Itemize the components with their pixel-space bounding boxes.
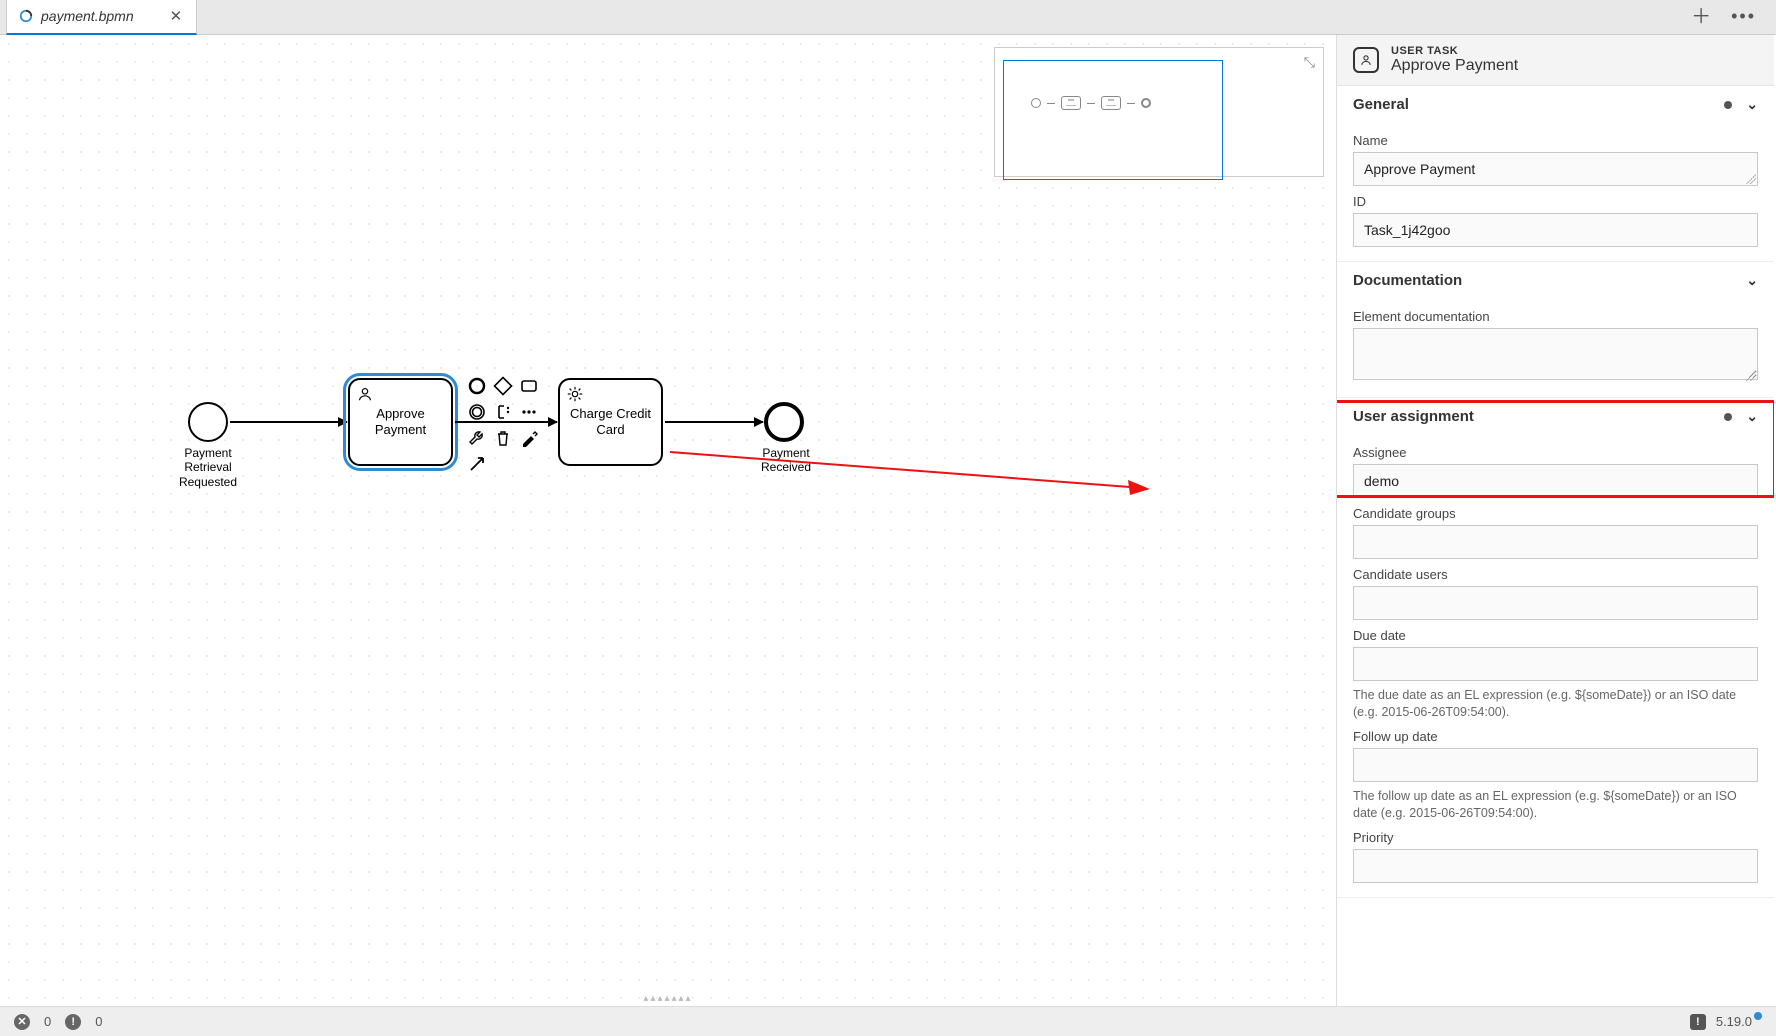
user-task-type-icon <box>1353 47 1379 73</box>
workspace: ⤡ PaymentRetrievalRequested <box>0 35 1776 1006</box>
start-event[interactable]: PaymentRetrievalRequested <box>188 402 243 489</box>
assignee-label: Assignee <box>1353 445 1758 460</box>
file-tab[interactable]: payment.bpmn ✕ <box>6 0 197 35</box>
callout-arrow <box>670 447 1150 497</box>
section-changed-dot <box>1724 413 1732 421</box>
section-general-header[interactable]: General ⌄ <box>1337 86 1774 123</box>
section-changed-dot <box>1724 101 1732 109</box>
tab-overflow-menu[interactable]: ••• <box>1731 7 1756 27</box>
user-task-approve[interactable]: ApprovePayment <box>348 378 453 466</box>
priority-label: Priority <box>1353 830 1758 845</box>
name-label: Name <box>1353 133 1758 148</box>
minimap-viewport[interactable] <box>1003 60 1223 180</box>
append-end-event-icon[interactable] <box>466 375 488 397</box>
warning-count: 0 <box>95 1014 102 1029</box>
service-task-charge[interactable]: Charge CreditCard <box>558 378 663 466</box>
follow-up-input[interactable] <box>1353 748 1758 782</box>
name-input[interactable] <box>1353 152 1758 186</box>
chevron-down-icon: ⌄ <box>1746 272 1758 289</box>
file-tab-label: payment.bpmn <box>41 8 134 24</box>
close-tab-icon[interactable]: ✕ <box>170 7 183 25</box>
id-label: ID <box>1353 194 1758 209</box>
follow-up-hint: The follow up date as an EL expression (… <box>1353 788 1758 822</box>
start-event-label: PaymentRetrievalRequested <box>173 446 243 489</box>
cand-groups-input[interactable] <box>1353 525 1758 559</box>
diagram-canvas[interactable]: ⤡ PaymentRetrievalRequested <box>0 35 1336 1006</box>
task-label: ApprovePayment <box>375 406 426 437</box>
warning-badge-icon[interactable]: ! <box>65 1014 81 1030</box>
tab-bar: payment.bpmn ✕ ＋ ••• <box>0 0 1776 35</box>
version-label[interactable]: 5.19.0 <box>1716 1014 1762 1029</box>
panel-resize-handle[interactable]: ▴▴▴▴▴▴▴ <box>643 993 692 1004</box>
cand-users-label: Candidate users <box>1353 567 1758 582</box>
doc-textarea[interactable] <box>1353 328 1758 380</box>
bpmn-diagram: PaymentRetrievalRequested ApprovePayment <box>180 395 980 595</box>
due-date-hint: The due date as an EL expression (e.g. $… <box>1353 687 1758 721</box>
connect-arrow-icon[interactable] <box>466 453 488 475</box>
properties-panel: USER TASK Approve Payment General ⌄ Name <box>1336 35 1776 1006</box>
chevron-down-icon: ⌄ <box>1746 408 1758 425</box>
section-documentation: Documentation ⌄ Element documentation <box>1337 262 1774 398</box>
wrench-icon[interactable] <box>466 427 488 449</box>
new-tab-button[interactable]: ＋ <box>1691 7 1711 27</box>
panel-header-kind: USER TASK <box>1391 45 1518 57</box>
append-gateway-icon[interactable] <box>492 375 514 397</box>
append-task-icon[interactable] <box>518 375 540 397</box>
assignee-input[interactable] <box>1353 464 1758 498</box>
section-user-assignment-header[interactable]: User assignment ⌄ <box>1337 398 1774 435</box>
color-icon[interactable] <box>518 427 540 449</box>
panel-header: USER TASK Approve Payment <box>1337 35 1774 86</box>
error-badge-icon[interactable]: ✕ <box>14 1014 30 1030</box>
minimap[interactable]: ⤡ <box>994 47 1324 177</box>
cand-groups-label: Candidate groups <box>1353 506 1758 521</box>
id-input[interactable] <box>1353 213 1758 247</box>
feedback-icon[interactable]: ! <box>1690 1014 1706 1030</box>
due-date-label: Due date <box>1353 628 1758 643</box>
user-task-icon <box>356 385 374 403</box>
more-icon[interactable] <box>518 401 540 423</box>
append-intermediate-event-icon[interactable] <box>466 401 488 423</box>
panel-header-name: Approve Payment <box>1391 57 1518 75</box>
context-pad <box>466 375 540 475</box>
sequence-flow[interactable] <box>455 421 557 423</box>
trash-icon[interactable] <box>492 427 514 449</box>
due-date-input[interactable] <box>1353 647 1758 681</box>
section-documentation-header[interactable]: Documentation ⌄ <box>1337 262 1774 299</box>
section-user-assignment: User assignment ⌄ Assignee Candidate gro… <box>1337 398 1774 898</box>
sequence-flow[interactable] <box>665 421 763 423</box>
section-general: General ⌄ Name ID <box>1337 86 1774 262</box>
camunda-file-icon <box>19 9 33 23</box>
doc-label: Element documentation <box>1353 309 1758 324</box>
annotation-icon[interactable] <box>492 401 514 423</box>
follow-up-label: Follow up date <box>1353 729 1758 744</box>
priority-input[interactable] <box>1353 849 1758 883</box>
status-bar: ✕ 0 ! 0 ! 5.19.0 <box>0 1006 1776 1036</box>
cand-users-input[interactable] <box>1353 586 1758 620</box>
sequence-flow[interactable] <box>230 421 347 423</box>
service-task-icon <box>566 385 584 403</box>
chevron-down-icon: ⌄ <box>1746 96 1758 113</box>
error-count: 0 <box>44 1014 51 1029</box>
update-available-dot <box>1754 1012 1762 1020</box>
task-label: Charge CreditCard <box>570 406 651 437</box>
